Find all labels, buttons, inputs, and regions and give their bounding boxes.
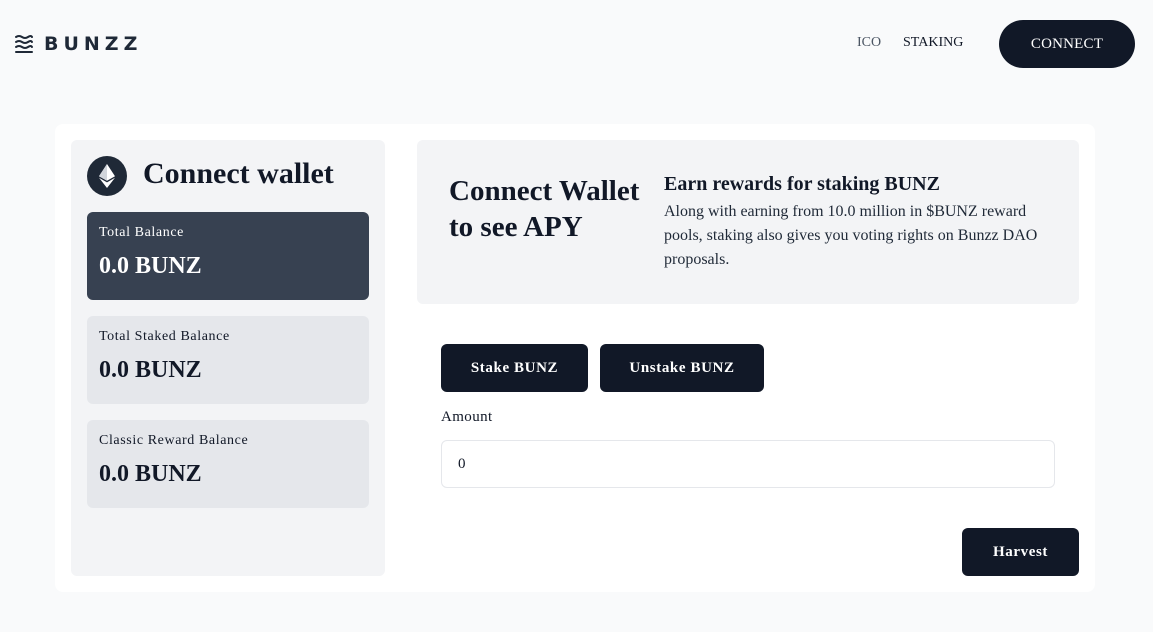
amount-label: Amount: [441, 409, 493, 425]
wallet-panel: Connect wallet Total Balance 0.0 BUNZ To…: [71, 140, 385, 576]
unstake-button[interactable]: Unstake BUNZ: [600, 344, 764, 392]
classic-reward-balance-label: Classic Reward Balance: [99, 433, 249, 448]
nav-link-ico[interactable]: ICO: [857, 35, 881, 51]
apy-info-panel: Connect Wallet to see APY Earn rewards f…: [417, 140, 1079, 304]
total-staked-balance-card: Total Staked Balance 0.0 BUNZ: [87, 316, 369, 404]
classic-reward-balance-card: Classic Reward Balance 0.0 BUNZ: [87, 420, 369, 508]
staking-card: Connect wallet Total Balance 0.0 BUNZ To…: [55, 124, 1095, 592]
classic-reward-balance-value: 0.0 BUNZ: [99, 461, 202, 487]
logo-text: BUNZZ: [44, 33, 143, 55]
total-staked-balance-value: 0.0 BUNZ: [99, 357, 202, 383]
connect-wallet-title: Connect wallet: [143, 157, 334, 190]
earn-rewards-heading: Earn rewards for staking BUNZ: [664, 173, 940, 195]
amount-input[interactable]: [441, 440, 1055, 488]
earn-rewards-description: Along with earning from 10.0 million in …: [664, 203, 1038, 268]
total-balance-card: Total Balance 0.0 BUNZ: [87, 212, 369, 300]
stake-button[interactable]: Stake BUNZ: [441, 344, 588, 392]
ethereum-icon: [87, 156, 127, 196]
connect-button[interactable]: CONNECT: [999, 20, 1135, 68]
nav-link-staking[interactable]: STAKING: [903, 35, 963, 51]
bunzz-logo[interactable]: BUNZZ: [14, 32, 142, 56]
total-balance-value: 0.0 BUNZ: [99, 253, 202, 279]
harvest-button[interactable]: Harvest: [962, 528, 1079, 576]
staking-page: BUNZZ ICO STAKING CONNECT Connect wallet…: [0, 0, 1153, 632]
bunzz-logo-icon: [15, 35, 33, 53]
apy-title: Connect Wallet to see APY: [449, 175, 640, 243]
total-staked-balance-label: Total Staked Balance: [99, 329, 230, 344]
total-balance-label: Total Balance: [99, 225, 184, 240]
